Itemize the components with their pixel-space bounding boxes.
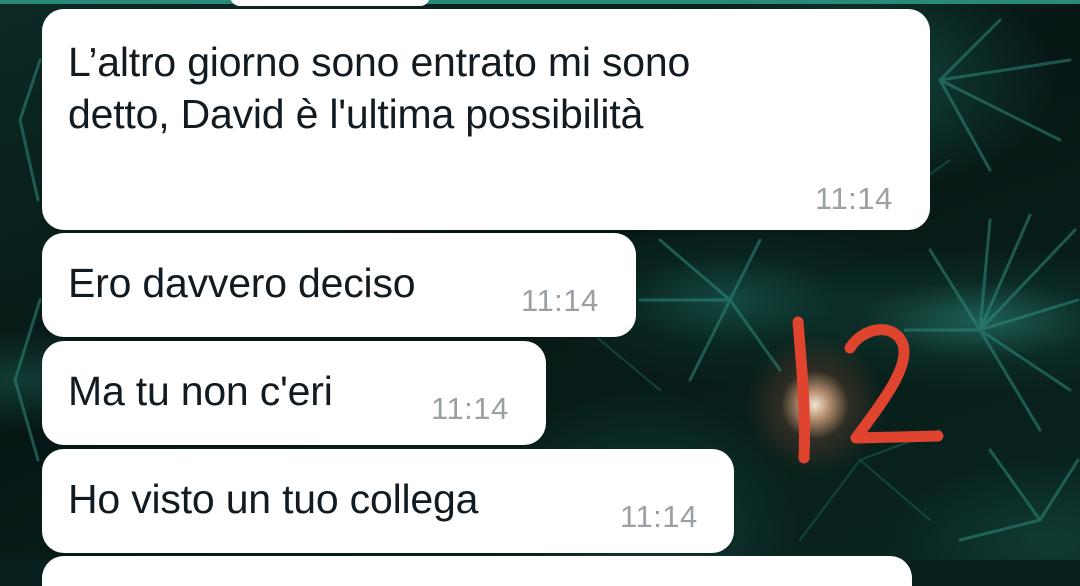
- message-timestamp: 11:14: [521, 283, 599, 318]
- message-text: Ho visto un tuo collega: [68, 476, 479, 522]
- header-edge: [0, 0, 1080, 4]
- message-timestamp: 11:14: [815, 181, 893, 216]
- message-bubble[interactable]: Ho visto un tuo collega 11:14: [42, 449, 734, 553]
- message-timestamp: 11:14: [620, 499, 698, 534]
- previous-message-bubble[interactable]: [230, 0, 430, 6]
- message-text: L’altro giorno sono entrato mi sono dett…: [68, 39, 691, 137]
- message-text: Ma tu non c'eri: [68, 368, 333, 414]
- message-bubble[interactable]: L’altro giorno sono entrato mi sono dett…: [42, 9, 930, 230]
- message-text: Ero davvero deciso: [68, 260, 416, 306]
- next-message-bubble[interactable]: [42, 556, 912, 586]
- handwritten-number-annotation: 12: [792, 316, 944, 464]
- message-bubble[interactable]: Ma tu non c'eri 11:14: [42, 341, 546, 445]
- message-timestamp: 11:14: [431, 391, 509, 426]
- message-bubble[interactable]: Ero davvero deciso 11:14: [42, 233, 636, 337]
